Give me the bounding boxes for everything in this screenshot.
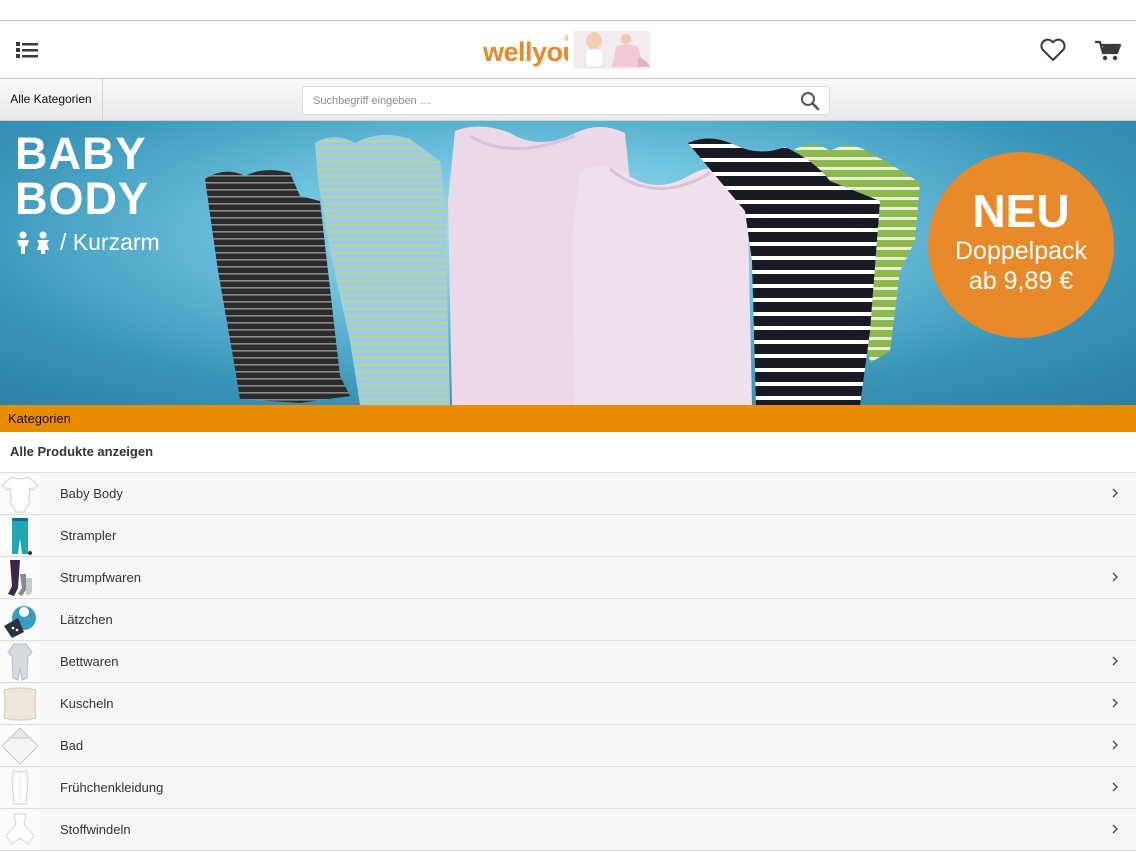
baby-body-thumbnail — [0, 474, 40, 514]
banner-title-line1: BABY — [15, 128, 147, 179]
category-item-bettwaren[interactable]: Bettwaren — [0, 641, 1136, 683]
chevron-right-icon — [1112, 824, 1119, 834]
promo-banner[interactable]: BABY BODY / Kurzarm NEU Doppelpack ab 9,… — [0, 121, 1136, 405]
banner-subtitle-text: / Kurzarm — [60, 229, 160, 255]
category-item-strampler[interactable]: Strampler — [0, 515, 1136, 557]
category-label: Frühchenkleidung — [60, 780, 164, 795]
all-categories-button[interactable]: Alle Kategorien — [0, 79, 103, 120]
category-label: Baby Body — [60, 486, 123, 501]
badge-price-label: ab 9,89 € — [968, 267, 1074, 295]
category-label: Stoffwindeln — [60, 822, 131, 837]
search-icon[interactable] — [799, 90, 821, 112]
chevron-right-icon — [1112, 656, 1119, 666]
category-item-strumpfwaren[interactable]: Strumpfwaren — [0, 557, 1136, 599]
category-label: Strampler — [60, 528, 117, 543]
pillow-thumbnail — [0, 684, 40, 724]
category-item-laetzchen[interactable]: Lätzchen — [0, 599, 1136, 641]
sleepsuit-thumbnail — [0, 642, 40, 682]
badge-new-label: NEU — [972, 185, 1070, 237]
categories-header: Kategorien — [0, 405, 1136, 432]
search-input[interactable] — [313, 87, 783, 114]
top-navigation-bar: wellyou ® — [0, 21, 1136, 79]
search-box — [302, 86, 830, 115]
banner-subtitle: / Kurzarm — [15, 229, 160, 256]
tights-thumbnail — [0, 558, 40, 598]
hooded-towel-thumbnail — [0, 726, 40, 766]
all-products-link[interactable]: Alle Produkte anzeigen — [0, 432, 1136, 473]
chevron-right-icon — [1112, 572, 1119, 582]
category-item-stoffwindeln[interactable]: Stoffwindeln — [0, 809, 1136, 851]
shopping-cart-icon[interactable] — [1092, 36, 1124, 64]
preemie-clothing-thumbnail — [0, 768, 40, 808]
category-item-bad[interactable]: Bad — [0, 725, 1136, 767]
badge-doublepack-label: Doppelpack — [954, 237, 1088, 265]
chevron-right-icon — [1112, 488, 1119, 498]
category-label: Bettwaren — [60, 654, 119, 669]
banner-title-line2: BODY — [15, 173, 150, 224]
all-products-label: Alle Produkte anzeigen — [10, 444, 154, 459]
banner-title: BABY BODY — [15, 131, 149, 221]
wishlist-heart-icon[interactable] — [1038, 37, 1068, 63]
category-label: Lätzchen — [60, 612, 113, 627]
wellyou-logo[interactable]: wellyou ® — [480, 27, 660, 71]
romper-thumbnail — [0, 516, 40, 556]
menu-list-icon[interactable] — [10, 35, 44, 65]
logo-babies-image — [568, 29, 656, 69]
chevron-right-icon — [1112, 740, 1119, 750]
chevron-right-icon — [1112, 698, 1119, 708]
promo-badge: NEU Doppelpack ab 9,89 € — [928, 152, 1114, 338]
category-list: Baby Body Strampler Strumpfwaren Lätzche… — [0, 473, 1136, 851]
boy-girl-icon — [17, 231, 49, 254]
category-label: Strumpfwaren — [60, 570, 141, 585]
category-label: Kuscheln — [60, 696, 114, 711]
bib-thumbnail — [0, 600, 40, 640]
category-item-kuscheln[interactable]: Kuscheln — [0, 683, 1136, 725]
category-item-fruehchenkleidung[interactable]: Frühchenkleidung — [0, 767, 1136, 809]
category-item-baby-body[interactable]: Baby Body — [0, 473, 1136, 515]
cloth-diaper-thumbnail — [0, 810, 40, 850]
chevron-right-icon — [1112, 782, 1119, 792]
category-label: Bad — [60, 738, 84, 753]
search-bar: Alle Kategorien — [0, 79, 1136, 121]
status-bar — [0, 0, 1136, 21]
